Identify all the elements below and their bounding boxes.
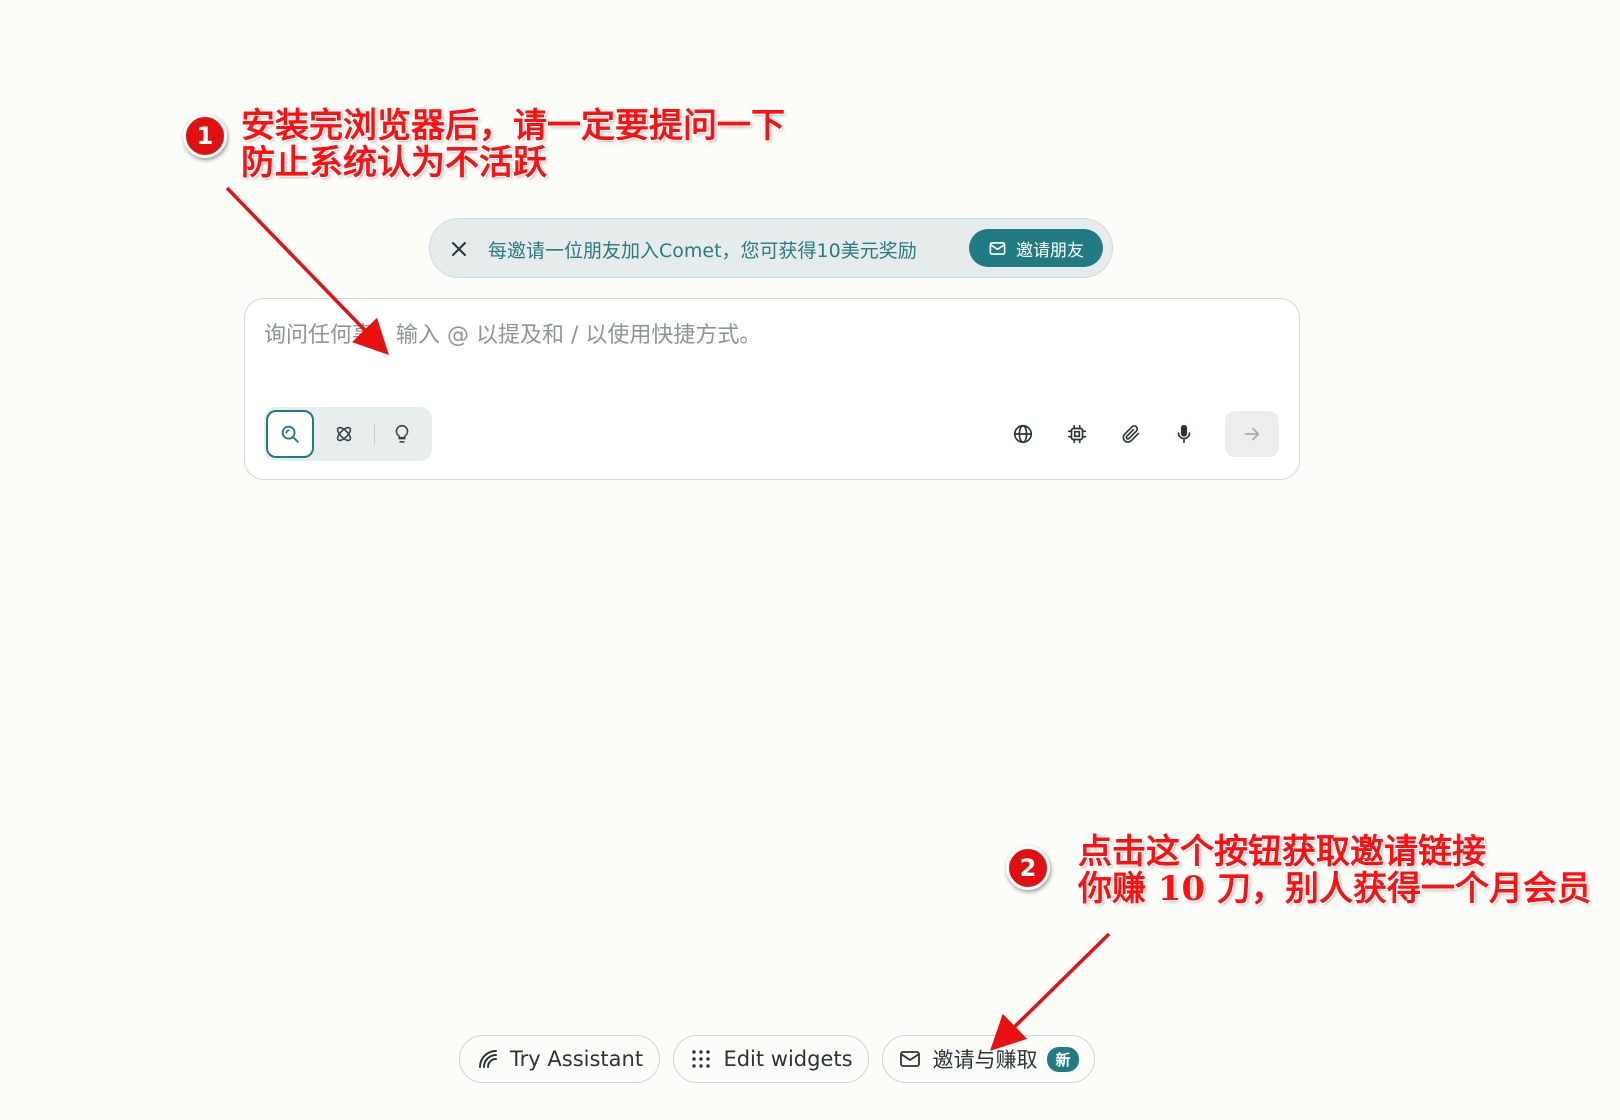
grid-dots-icon xyxy=(692,1050,711,1068)
atom-icon xyxy=(336,426,352,442)
edit-widgets-label: Edit widgets xyxy=(723,1047,853,1071)
annotation-1-line1: 安装完浏览器后，请一定要提问一下 xyxy=(241,106,785,146)
annotation-2-line1: 点击这个按钮获取邀请链接 xyxy=(1078,832,1486,872)
chat-input[interactable] xyxy=(262,316,1276,354)
mail-icon xyxy=(900,1051,921,1067)
invite-banner-text: 每邀请一位朋友加入Comet，您可获得10美元奖励 xyxy=(488,240,917,262)
try-assistant-button[interactable]: Try Assistant xyxy=(459,1035,660,1083)
invite-earn-button[interactable]: 邀请与赚取 新 xyxy=(882,1035,1095,1083)
search-mode-button[interactable] xyxy=(266,410,314,458)
invite-earn-label: 邀请与赚取 xyxy=(932,1048,1038,1072)
invite-friends-button[interactable]: 邀请朋友 xyxy=(969,229,1103,267)
globe-button[interactable] xyxy=(1003,414,1043,454)
paperclip-icon xyxy=(1122,425,1140,443)
labs-mode-button[interactable] xyxy=(378,410,426,458)
annotation-number-2: 2 xyxy=(1006,846,1050,890)
assistant-icon xyxy=(478,1050,497,1068)
cpu-icon xyxy=(1067,424,1087,444)
mail-icon xyxy=(989,241,1006,255)
close-icon[interactable] xyxy=(447,237,471,261)
microphone-icon xyxy=(1177,424,1191,444)
annotation-text-2: 点击这个按钮获取邀请链接 你赚 10 刀，别人获得一个月会员 xyxy=(1078,834,1591,908)
annotation-1-line2: 防止系统认为不活跃 xyxy=(241,143,547,183)
lightbulb-icon xyxy=(395,424,409,443)
annotation-arrow-2 xyxy=(990,932,1111,1051)
globe-icon xyxy=(1013,424,1033,444)
research-mode-button[interactable] xyxy=(320,410,368,458)
try-assistant-label: Try Assistant xyxy=(509,1047,644,1071)
voice-button[interactable] xyxy=(1164,414,1204,454)
annotation-number-1: 1 xyxy=(183,114,227,158)
mode-divider xyxy=(374,423,375,445)
model-button[interactable] xyxy=(1057,414,1097,454)
send-button[interactable] xyxy=(1225,411,1279,457)
invite-friends-label: 邀请朋友 xyxy=(1016,240,1084,261)
attach-button[interactable] xyxy=(1111,414,1151,454)
annotation-text-1: 安装完浏览器后，请一定要提问一下 防止系统认为不活跃 xyxy=(241,108,785,182)
edit-widgets-button[interactable]: Edit widgets xyxy=(673,1035,869,1083)
arrow-right-icon xyxy=(1244,427,1260,441)
annotation-2-line2: 你赚 10 刀，别人获得一个月会员 xyxy=(1078,869,1591,909)
search-icon xyxy=(281,425,299,443)
new-badge: 新 xyxy=(1047,1046,1079,1072)
search-mode-group xyxy=(264,407,432,461)
